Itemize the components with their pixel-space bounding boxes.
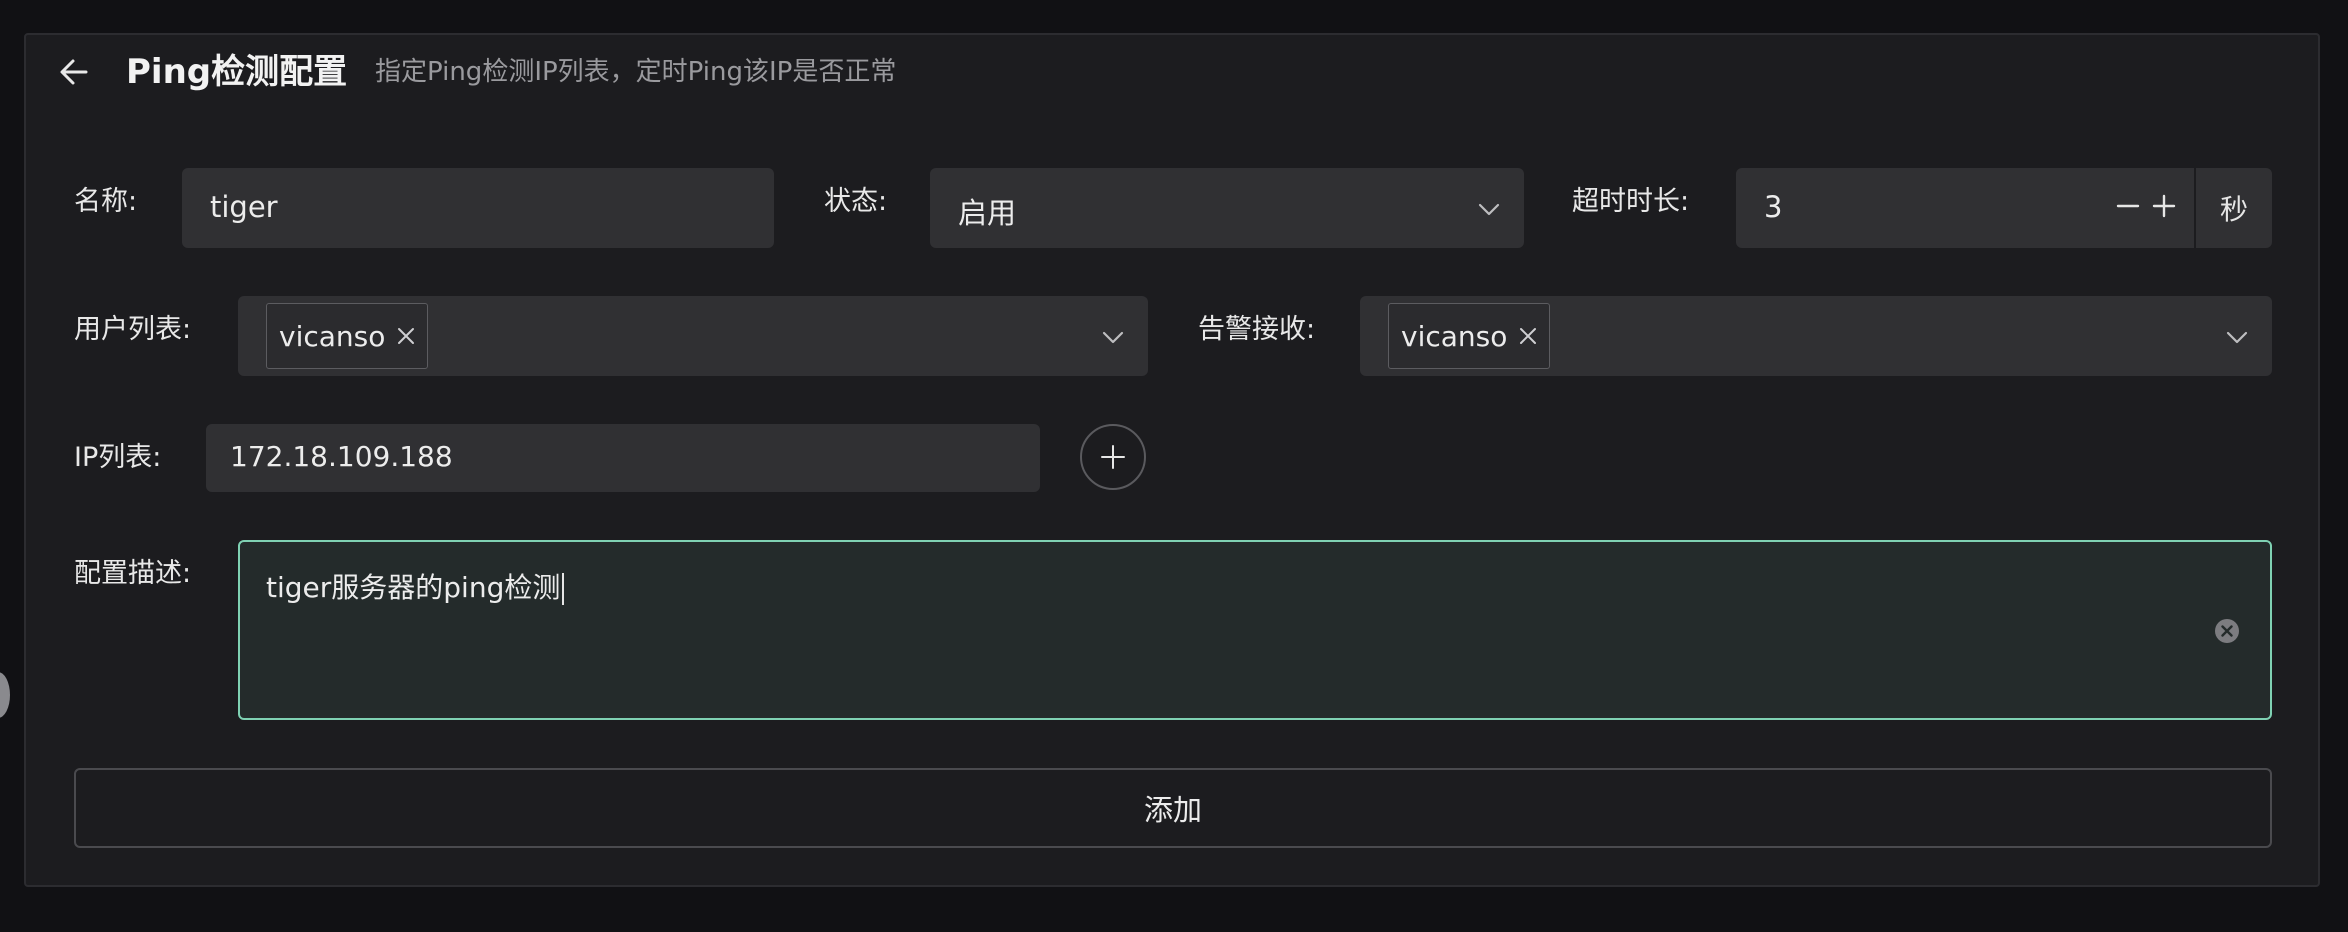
clear-circle-icon[interactable] <box>2214 618 2240 644</box>
add-submit-button[interactable]: 添加 <box>74 768 2272 848</box>
timeout-input-value: 3 <box>1764 190 1783 224</box>
description-value: tiger服务器的ping检测 <box>266 566 565 606</box>
chevron-down-icon <box>1102 331 1124 344</box>
page-title: Ping检测配置 <box>126 52 348 92</box>
back-button[interactable] <box>52 50 96 94</box>
timeout-increment-button[interactable] <box>2146 184 2182 228</box>
name-input[interactable]: tiger <box>182 168 774 248</box>
user-tag-label: vicanso <box>279 319 386 353</box>
name-label: 名称: <box>74 186 138 217</box>
timeout-unit: 秒 <box>2194 168 2272 248</box>
text-cursor <box>562 573 565 605</box>
name-input-value: tiger <box>210 190 278 224</box>
minus-icon <box>2116 204 2140 208</box>
chevron-down-icon <box>1478 203 1500 216</box>
chevron-down-icon <box>2226 331 2248 344</box>
description-textarea[interactable]: tiger服务器的ping检测 <box>238 540 2272 720</box>
timeout-input[interactable]: 3 秒 <box>1736 168 2272 248</box>
page-subtitle: 指定Ping检测IP列表，定时Ping该IP是否正常 <box>375 57 897 87</box>
alert-tag-label: vicanso <box>1401 319 1508 353</box>
status-label: 状态: <box>824 186 888 217</box>
timeout-decrement-button[interactable] <box>2110 184 2146 228</box>
ip-input-value: 172.18.109.188 <box>230 440 453 473</box>
users-multiselect[interactable]: vicanso <box>238 296 1148 376</box>
users-label: 用户列表: <box>74 314 192 345</box>
alert-tag: vicanso <box>1388 303 1551 369</box>
plus-icon <box>2152 194 2176 218</box>
status-select-value: 启用 <box>958 196 1017 230</box>
close-icon[interactable] <box>1517 325 1539 347</box>
plus-icon <box>1101 445 1125 469</box>
timeout-label: 超时时长: <box>1572 186 1690 217</box>
alert-label: 告警接收: <box>1198 314 1316 345</box>
arrow-left-icon <box>60 59 88 85</box>
user-tag: vicanso <box>266 303 429 369</box>
alert-multiselect[interactable]: vicanso <box>1360 296 2272 376</box>
description-label: 配置描述: <box>74 558 192 589</box>
add-ip-button[interactable] <box>1080 424 1146 490</box>
status-select[interactable]: 启用 <box>930 168 1524 248</box>
ip-list-label: IP列表: <box>74 442 162 473</box>
side-handle <box>0 672 10 718</box>
close-icon[interactable] <box>395 325 417 347</box>
ip-input[interactable]: 172.18.109.188 <box>206 424 1040 492</box>
